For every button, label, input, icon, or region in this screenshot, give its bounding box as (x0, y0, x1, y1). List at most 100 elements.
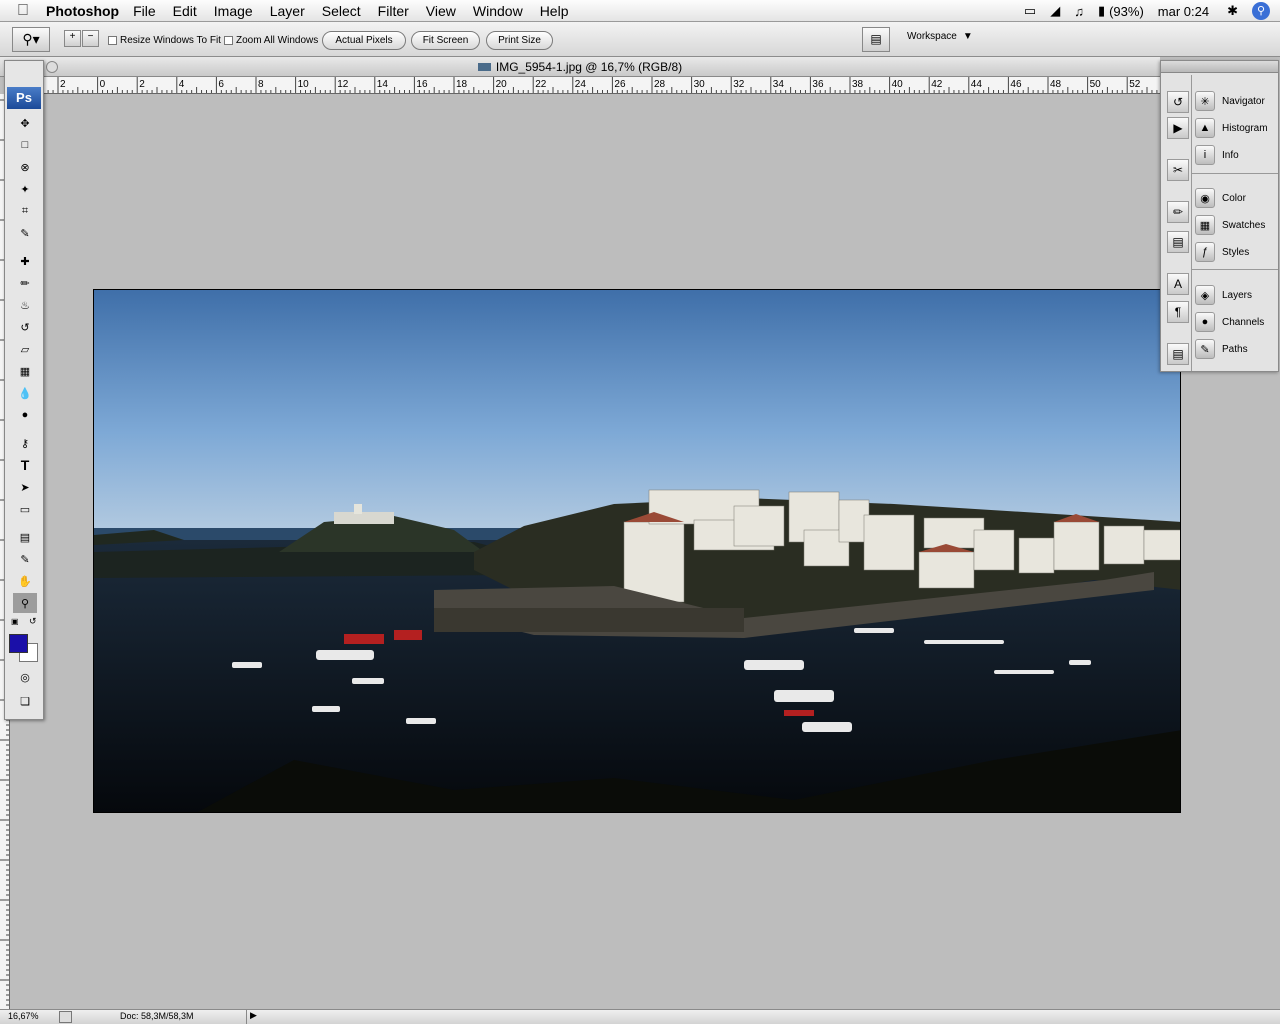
actions-palette-icon[interactable]: ▶ (1167, 117, 1189, 139)
tool-presets-icon[interactable]: ✂ (1167, 159, 1189, 181)
palette-dock-header[interactable] (1161, 61, 1278, 73)
blur-tool-icon[interactable]: 💧 (13, 383, 37, 403)
shape-tool-icon[interactable]: ▭ (13, 499, 37, 519)
notes-tool-icon[interactable]: ▤ (13, 527, 37, 547)
toolbox[interactable]: Ps ✥ □ ⊗ ✦ ⌗ ✎ ✚ ✏ ♨ ↺ ▱ ▦ 💧 ● ⚷ T ➤ ▭ ▤… (4, 60, 44, 720)
status-menu-arrow-icon[interactable]: ▶ (246, 1010, 260, 1024)
zoom-all-checkbox[interactable]: Zoom All Windows (224, 35, 318, 46)
color-icon: ◉ (1195, 188, 1215, 208)
crop-tool-icon[interactable]: ⌗ (13, 201, 37, 221)
foreground-color-swatch[interactable] (9, 634, 28, 653)
palette-item-label: Navigator (1222, 95, 1265, 107)
palette-dock[interactable]: ↺ ▶ ✂ ✏ ▤ A ¶ ▤ ✳ Navigator ▲ Histogram … (1160, 60, 1279, 372)
clock[interactable]: mar 0:24 (1158, 4, 1209, 19)
document-title-bar[interactable]: IMG_5954-1.jpg @ 16,7% (RGB/8) (0, 57, 1160, 77)
divider (1192, 173, 1278, 174)
checkbox-box[interactable] (224, 36, 233, 45)
battery-percent: (93%) (1109, 3, 1144, 19)
slice-tool-icon[interactable]: ✎ (13, 223, 37, 243)
info-palette-icon[interactable]: ▤ (1167, 343, 1189, 365)
checkbox-box[interactable] (108, 36, 117, 45)
bluetooth-icon[interactable]: ✱ (1227, 3, 1238, 19)
menu-select[interactable]: Select (322, 3, 361, 19)
menu-help[interactable]: Help (540, 3, 569, 19)
brush-tool-icon[interactable]: ✏ (13, 273, 37, 293)
resize-windows-checkbox[interactable]: Resize Windows To Fit (108, 35, 221, 46)
eyedropper-tool-icon[interactable]: ✎ (13, 549, 37, 569)
spotlight-icon[interactable]: ⚲ (1252, 2, 1270, 20)
ruler-label: 42 (931, 79, 943, 90)
ruler-label: 44 (971, 79, 983, 90)
default-colors-icon[interactable]: ▣ (11, 617, 19, 626)
palette-item-label: Styles (1222, 246, 1250, 258)
history-palette-icon[interactable]: ↺ (1167, 91, 1189, 113)
zoom-in-icon[interactable]: + (64, 30, 81, 47)
palette-item-color[interactable]: ◉ Color (1195, 186, 1246, 210)
palette-item-histogram[interactable]: ▲ Histogram (1195, 116, 1268, 140)
layer-comps-icon[interactable]: ▤ (1167, 231, 1189, 253)
ruler-label: 34 (773, 79, 785, 90)
workspace-menu[interactable]: Workspace ▼ (907, 31, 973, 42)
palette-item-layers[interactable]: ◈ Layers (1195, 283, 1252, 307)
menu-file[interactable]: File (133, 3, 156, 19)
toolbox-logo[interactable]: Ps (7, 87, 41, 109)
print-size-button[interactable]: Print Size (486, 31, 553, 50)
palette-item-info[interactable]: i Info (1195, 143, 1239, 167)
volume-icon[interactable]: ♫ (1074, 4, 1084, 19)
app-menu[interactable]: Photoshop (46, 3, 119, 19)
ruler-label: 52 (1129, 79, 1141, 90)
marquee-tool-icon[interactable]: □ (13, 135, 37, 155)
display-icon[interactable]: ▭ (1024, 3, 1036, 19)
zoom-out-icon[interactable]: − (82, 30, 99, 47)
status-bar: 16,67% Doc: 58,3M/58,3M ▶ (0, 1009, 1280, 1024)
path-selection-tool-icon[interactable]: ➤ (13, 477, 37, 497)
actual-pixels-button[interactable]: Actual Pixels (322, 31, 406, 50)
palette-item-styles[interactable]: ƒ Styles (1195, 240, 1249, 264)
menu-layer[interactable]: Layer (270, 3, 305, 19)
status-info-icon[interactable] (59, 1011, 72, 1023)
magic-wand-tool-icon[interactable]: ✦ (13, 179, 37, 199)
palette-item-channels[interactable]: ● Channels (1195, 310, 1264, 334)
file-browser-icon[interactable]: ▤ (862, 27, 890, 52)
paragraph-palette-icon[interactable]: ¶ (1167, 301, 1189, 323)
dodge-tool-icon[interactable]: ● (13, 405, 37, 425)
battery-icon[interactable]: ▮ (1098, 3, 1105, 19)
close-window-icon[interactable] (46, 61, 58, 73)
palette-item-label: Info (1222, 149, 1239, 161)
ruler-label: 16 (416, 79, 428, 90)
quick-mask-icon[interactable]: ◎ (13, 667, 37, 687)
menu-image[interactable]: Image (214, 3, 253, 19)
fit-screen-button[interactable]: Fit Screen (411, 31, 480, 50)
menu-edit[interactable]: Edit (173, 3, 197, 19)
zoom-level[interactable]: 16,67% (8, 1011, 39, 1021)
pen-tool-icon[interactable]: ⚷ (13, 433, 37, 453)
swatches-icon: ▦ (1195, 215, 1215, 235)
horizontal-ruler[interactable]: 2 0 2 4 6 8 10 12 14 16 18 20 22 24 26 28 30 32 34 36 38 40 42… (44, 77, 1160, 94)
history-brush-tool-icon[interactable]: ↺ (13, 317, 37, 337)
screen-mode-icon[interactable]: ❏ (13, 691, 37, 711)
move-tool-icon[interactable]: ✥ (13, 113, 37, 133)
healing-brush-tool-icon[interactable]: ✚ (13, 251, 37, 271)
wifi-icon[interactable]: ◢ (1050, 3, 1060, 19)
zoom-tool-icon[interactable]: ⚲ (13, 593, 37, 613)
swap-colors-icon[interactable]: ↺ (29, 616, 37, 627)
type-tool-icon[interactable]: T (13, 455, 37, 475)
apple-menu-icon[interactable]:  (0, 2, 46, 20)
palette-item-paths[interactable]: ✎ Paths (1195, 337, 1248, 361)
menu-window[interactable]: Window (473, 3, 523, 19)
ruler-label: 38 (852, 79, 864, 90)
clone-stamp-tool-icon[interactable]: ♨ (13, 295, 37, 315)
palette-item-swatches[interactable]: ▦ Swatches (1195, 213, 1265, 237)
palette-item-navigator[interactable]: ✳ Navigator (1195, 89, 1265, 113)
zoom-tool-preset-icon[interactable]: ⚲▾ (12, 27, 50, 52)
lasso-tool-icon[interactable]: ⊗ (13, 157, 37, 177)
gradient-tool-icon[interactable]: ▦ (13, 361, 37, 381)
menu-filter[interactable]: Filter (378, 3, 409, 19)
brushes-palette-icon[interactable]: ✏ (1167, 201, 1189, 223)
eraser-tool-icon[interactable]: ▱ (13, 339, 37, 359)
ruler-label: 26 (614, 79, 626, 90)
document-image[interactable] (93, 289, 1181, 813)
hand-tool-icon[interactable]: ✋ (13, 571, 37, 591)
menu-view[interactable]: View (426, 3, 456, 19)
character-palette-icon[interactable]: A (1167, 273, 1189, 295)
